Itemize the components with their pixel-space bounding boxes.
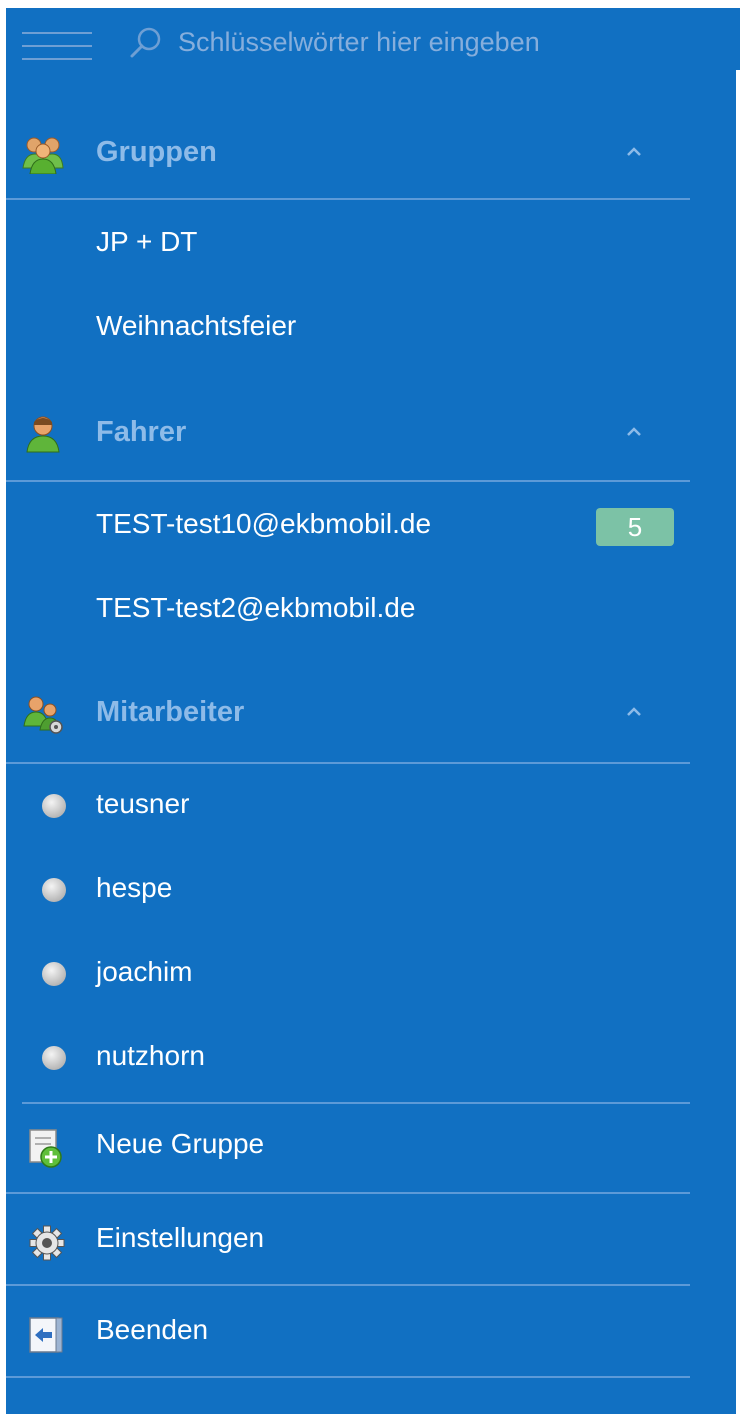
divider (6, 480, 690, 482)
section-title: Gruppen (96, 136, 217, 168)
search-input[interactable] (178, 22, 698, 62)
employee-label: nutzhorn (96, 1040, 205, 1071)
divider (6, 762, 690, 764)
section-header-mitarbeiter[interactable]: Mitarbeiter (6, 676, 696, 752)
driver-icon (26, 416, 60, 453)
navigation-panel: Gruppen JP + DT Weihnachtsfeier Fahrer T… (6, 8, 740, 1414)
employee-label: teusner (96, 788, 190, 819)
employee-label: hespe (96, 872, 173, 903)
divider (6, 1192, 690, 1194)
list-item-employee[interactable]: teusner (6, 768, 696, 848)
divider (22, 1102, 690, 1104)
unread-count-badge: 5 (596, 508, 674, 546)
driver-label: TEST-test2@ekbmobil.de (96, 592, 416, 623)
section-header-fahrer[interactable]: Fahrer (6, 396, 696, 472)
new-group-icon (29, 1129, 62, 1168)
status-dot (42, 794, 66, 818)
divider (6, 198, 690, 200)
settings-button[interactable]: Einstellungen (6, 1202, 696, 1282)
list-item-driver[interactable]: TEST-test10@ekbmobil.de 5 (6, 488, 696, 568)
chevron-up-icon[interactable] (622, 704, 646, 720)
employee-label: joachim (96, 956, 193, 987)
exit-button[interactable]: Beenden (6, 1294, 696, 1374)
group-icon (22, 137, 64, 174)
list-item-employee[interactable]: joachim (6, 936, 696, 1016)
settings-label: Einstellungen (96, 1222, 265, 1253)
section-title: Fahrer (96, 416, 187, 448)
group-label: Weihnachtsfeier (96, 310, 297, 341)
list-item-driver[interactable]: TEST-test2@ekbmobil.de (6, 572, 696, 652)
list-item-group[interactable]: JP + DT (6, 206, 696, 286)
hamburger-menu-icon[interactable] (22, 32, 92, 62)
status-dot (42, 1046, 66, 1070)
section-title: Mitarbeiter (96, 696, 245, 728)
divider (6, 1284, 690, 1286)
gear-icon (29, 1225, 65, 1261)
status-dot (42, 962, 66, 986)
exit-label: Beenden (96, 1314, 209, 1345)
exit-icon (29, 1317, 63, 1353)
list-item-employee[interactable]: nutzhorn (6, 1020, 696, 1100)
window-edge (736, 70, 742, 1414)
group-label: JP + DT (96, 226, 198, 257)
chevron-up-icon[interactable] (622, 144, 646, 160)
new-group-button[interactable]: Neue Gruppe (6, 1108, 696, 1188)
list-item-group[interactable]: Weihnachtsfeier (6, 290, 696, 370)
status-dot (42, 878, 66, 902)
chevron-up-icon[interactable] (622, 424, 646, 440)
search-icon[interactable] (126, 24, 166, 64)
list-item-employee[interactable]: hespe (6, 852, 696, 932)
new-group-label: Neue Gruppe (96, 1128, 265, 1159)
employee-settings-icon (23, 696, 63, 734)
section-header-gruppen[interactable]: Gruppen (6, 116, 696, 192)
driver-label: TEST-test10@ekbmobil.de (96, 508, 432, 539)
divider (6, 1376, 690, 1378)
